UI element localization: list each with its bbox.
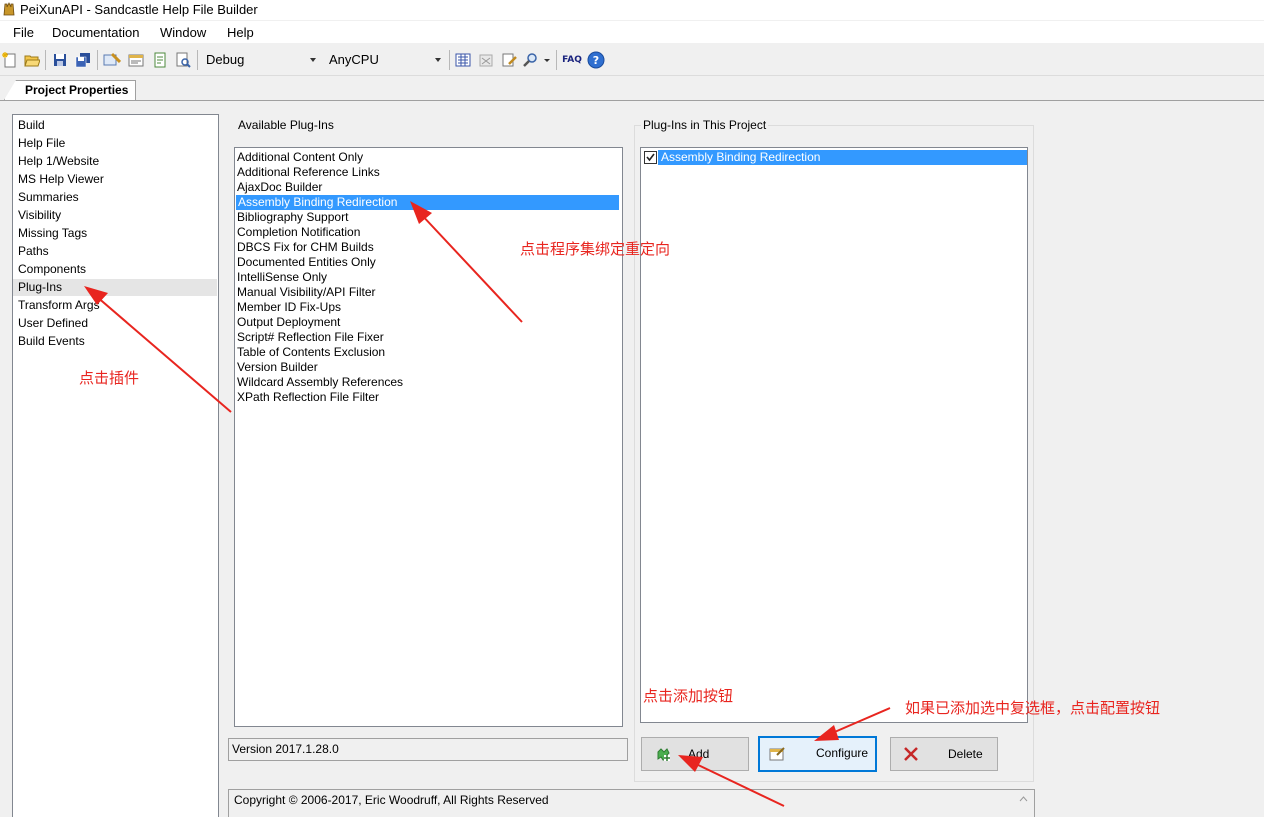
add-label: Add xyxy=(688,747,710,761)
help-icon[interactable]: ? xyxy=(587,51,605,69)
configure-button[interactable]: Configure xyxy=(758,736,877,772)
nav-item-build[interactable]: Build xyxy=(18,118,45,132)
configuration-value: Debug xyxy=(206,52,245,67)
copyright-box: Copyright © 2006-2017, Eric Woodruff, Al… xyxy=(228,789,1035,817)
list-item[interactable]: Wildcard Assembly References xyxy=(237,375,403,390)
delete-icon xyxy=(903,746,919,762)
annotation-click-add: 点击添加按钮 xyxy=(643,688,734,705)
list-item[interactable]: Version Builder xyxy=(237,360,318,375)
nav-item-ms-help-viewer[interactable]: MS Help Viewer xyxy=(18,172,104,186)
list-item[interactable]: IntelliSense Only xyxy=(237,270,327,285)
annotation-click-plugins: 点击插件 xyxy=(79,370,140,387)
entity-references-icon[interactable] xyxy=(454,51,472,69)
delete-button[interactable]: Delete xyxy=(890,737,998,771)
open-folder-icon[interactable] xyxy=(23,51,41,69)
chevron-down-icon xyxy=(310,58,316,62)
faq-button[interactable]: FAQ xyxy=(561,51,583,69)
build-icon[interactable] xyxy=(103,51,121,69)
nav-item-components[interactable]: Components xyxy=(18,262,86,276)
cut-icon[interactable] xyxy=(477,51,495,69)
version-field: Version 2017.1.28.0 xyxy=(228,738,628,761)
add-plugin-icon xyxy=(655,746,671,762)
list-item[interactable]: Table of Contents Exclusion xyxy=(237,345,385,360)
nav-item-missing-tags[interactable]: Missing Tags xyxy=(18,226,87,240)
annotation-click-assembly: 点击程序集绑定重定向 xyxy=(520,241,671,258)
find-icon[interactable] xyxy=(522,51,540,69)
title-bar: PeiXunAPI - Sandcastle Help File Builder xyxy=(0,0,1264,20)
nav-item-help1-website[interactable]: Help 1/Website xyxy=(18,154,99,168)
plugin-checkbox[interactable] xyxy=(644,151,657,164)
nav-item-help-file[interactable]: Help File xyxy=(18,136,65,150)
document-tab-strip xyxy=(0,80,1264,101)
platform-value: AnyCPU xyxy=(329,52,379,67)
faq-label: FAQ xyxy=(562,55,582,65)
save-icon[interactable] xyxy=(51,51,69,69)
menu-file[interactable]: File xyxy=(13,25,34,40)
view-output-icon[interactable] xyxy=(127,51,145,69)
annotation-click-configure: 如果已添加选中复选框，点击配置按钮 xyxy=(905,700,1161,717)
list-item[interactable]: Additional Reference Links xyxy=(237,165,380,180)
list-item[interactable]: Member ID Fix-Ups xyxy=(237,300,341,315)
list-item-selected[interactable]: Assembly Binding Redirection xyxy=(658,150,1027,165)
configuration-dropdown[interactable]: Debug xyxy=(202,51,320,69)
save-all-icon[interactable] xyxy=(74,51,92,69)
add-button[interactable]: Add xyxy=(641,737,749,771)
list-item[interactable]: AjaxDoc Builder xyxy=(237,180,322,195)
list-item[interactable]: Script# Reflection File Fixer xyxy=(237,330,384,345)
list-item[interactable]: Output Deployment xyxy=(237,315,340,330)
nav-item-visibility[interactable]: Visibility xyxy=(18,208,61,222)
platform-dropdown[interactable]: AnyCPU xyxy=(325,51,445,69)
tab-project-properties[interactable]: Project Properties xyxy=(4,80,137,100)
menu-window[interactable]: Window xyxy=(160,25,206,40)
delete-label: Delete xyxy=(948,747,983,761)
svg-text:?: ? xyxy=(593,54,599,67)
nav-item-summaries[interactable]: Summaries xyxy=(18,190,79,204)
nav-item-build-events[interactable]: Build Events xyxy=(18,334,85,348)
edit-document-icon[interactable] xyxy=(500,51,518,69)
available-plugins-list[interactable]: Additional Content Only Additional Refer… xyxy=(234,147,623,727)
list-item[interactable]: Documented Entities Only xyxy=(237,255,376,270)
version-text: Version 2017.1.28.0 xyxy=(232,742,339,756)
checkmark-icon xyxy=(646,153,655,162)
list-item[interactable]: Additional Content Only xyxy=(237,150,363,165)
list-item-selected[interactable]: Assembly Binding Redirection xyxy=(236,195,619,210)
project-plugins-title: Plug-Ins in This Project xyxy=(641,118,769,132)
copyright-text: Copyright © 2006-2017, Eric Woodruff, Al… xyxy=(234,793,549,807)
configure-label: Configure xyxy=(816,746,869,760)
configure-icon xyxy=(769,745,785,761)
list-item[interactable]: Bibliography Support xyxy=(237,210,348,225)
preview-icon[interactable] xyxy=(174,51,192,69)
window-title: PeiXunAPI - Sandcastle Help File Builder xyxy=(20,2,258,17)
available-plugins-title: Available Plug-Ins xyxy=(236,118,336,132)
nav-item-paths[interactable]: Paths xyxy=(18,244,49,258)
menu-help[interactable]: Help xyxy=(227,25,254,40)
nav-item-plug-ins[interactable]: Plug-Ins xyxy=(13,279,217,296)
nav-item-transform-args[interactable]: Transform Args xyxy=(18,298,100,312)
app-icon xyxy=(3,2,15,16)
list-item[interactable]: Completion Notification xyxy=(237,225,360,240)
find-dropdown-icon[interactable] xyxy=(542,51,552,69)
list-item[interactable]: Manual Visibility/API Filter xyxy=(237,285,376,300)
toolbar: Debug AnyCPU FAQ ? xyxy=(0,45,1264,76)
property-category-list: Build Help File Help 1/Website MS Help V… xyxy=(12,114,219,817)
list-item[interactable]: DBCS Fix for CHM Builds xyxy=(237,240,374,255)
nav-item-user-defined[interactable]: User Defined xyxy=(18,316,88,330)
view-help-icon[interactable] xyxy=(151,51,169,69)
menu-documentation[interactable]: Documentation xyxy=(52,25,139,40)
chevron-down-icon xyxy=(435,58,441,62)
new-project-icon[interactable] xyxy=(1,51,19,69)
menu-bar: File Documentation Window Help xyxy=(0,21,1264,43)
scroll-up-icon[interactable] xyxy=(1019,796,1028,802)
project-plugins-list[interactable]: Assembly Binding Redirection xyxy=(640,147,1028,723)
list-item[interactable]: XPath Reflection File Filter xyxy=(237,390,379,405)
